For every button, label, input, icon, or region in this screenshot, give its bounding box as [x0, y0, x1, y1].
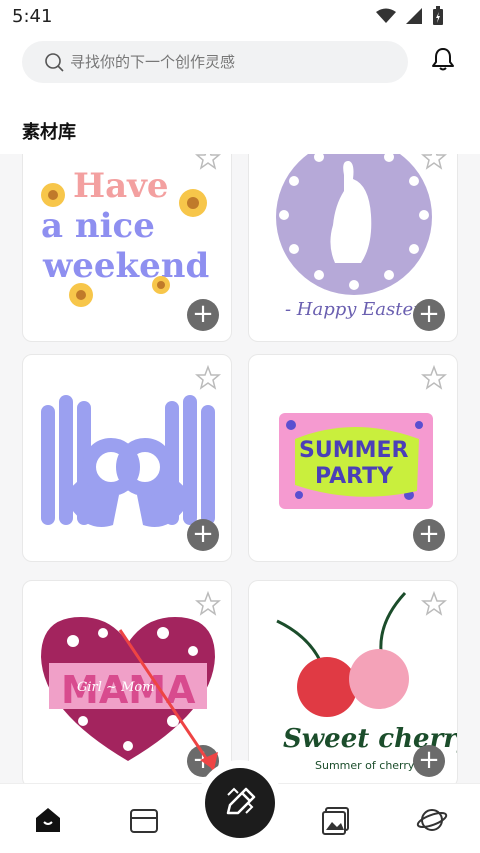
- edit-icon: [226, 787, 256, 815]
- card-1-line-2: a nice: [41, 206, 155, 246]
- star-icon[interactable]: [195, 365, 221, 391]
- create-fab[interactable]: [205, 768, 275, 838]
- signal-icon: [406, 8, 422, 24]
- card-ok-hands[interactable]: +: [22, 354, 232, 562]
- add-button[interactable]: +: [187, 519, 219, 551]
- add-button[interactable]: +: [413, 745, 445, 777]
- material-grid: Have a nice weekend + - Happy Easter - +…: [0, 154, 480, 784]
- star-icon[interactable]: [195, 154, 221, 171]
- annotation-arrow: [118, 629, 218, 771]
- folder-icon[interactable]: [128, 804, 160, 836]
- card-6-subtitle: Summer of cherry: [315, 759, 415, 772]
- gallery-icon[interactable]: [320, 804, 352, 836]
- planet-icon[interactable]: [416, 804, 448, 836]
- status-bar: 5:41: [0, 0, 480, 34]
- star-icon[interactable]: [421, 591, 447, 617]
- card-4-line-2: PARTY: [315, 464, 394, 489]
- add-button[interactable]: +: [413, 519, 445, 551]
- search-bar[interactable]: 寻找你的下一个创作灵感: [22, 41, 408, 83]
- status-icons: [376, 6, 444, 26]
- add-button[interactable]: +: [187, 299, 219, 331]
- card-sweet-cherry[interactable]: Sweet cherry Summer of cherry +: [248, 580, 458, 784]
- card-have-a-nice-weekend[interactable]: Have a nice weekend +: [22, 154, 232, 342]
- status-time: 5:41: [12, 6, 53, 27]
- bell-icon[interactable]: [430, 46, 456, 72]
- star-icon[interactable]: [421, 154, 447, 171]
- card-1-line-3: weekend: [42, 246, 209, 286]
- search-icon: [45, 53, 64, 72]
- header: 寻找你的下一个创作灵感 素材库: [0, 34, 480, 154]
- star-icon[interactable]: [421, 365, 447, 391]
- section-title: 素材库: [22, 122, 76, 143]
- battery-icon: [433, 6, 443, 25]
- card-4-line-1: SUMMER: [299, 438, 409, 463]
- add-button[interactable]: +: [413, 299, 445, 331]
- card-1-line-1: Have: [73, 166, 169, 206]
- card-2-caption: - Happy Easter -: [285, 299, 434, 320]
- wifi-icon: [376, 8, 396, 23]
- card-happy-easter[interactable]: - Happy Easter - +: [248, 154, 458, 342]
- card-summer-party[interactable]: SUMMER PARTY +: [248, 354, 458, 562]
- home-icon[interactable]: [32, 804, 64, 836]
- search-placeholder: 寻找你的下一个创作灵感: [70, 53, 236, 71]
